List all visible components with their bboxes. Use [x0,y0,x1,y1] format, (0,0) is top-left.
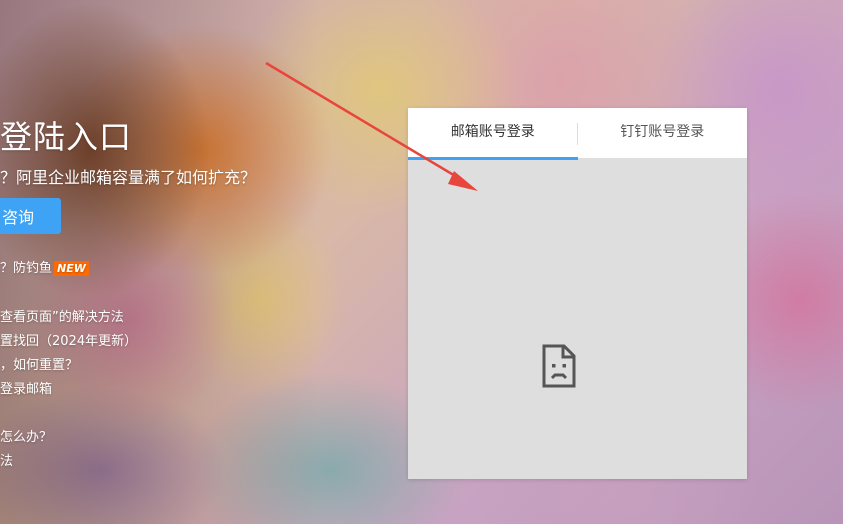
tab-dingtalk-account-login[interactable]: 钉钉账号登录 [578,108,748,158]
help-link[interactable]: ，如何重置？ [0,354,78,373]
help-link[interactable]: 查看页面”的解决方法 [0,306,124,325]
login-panel: 邮箱账号登录 钉钉账号登录 [408,108,747,479]
page-subtitle: ？阿里企业邮箱容量满了如何扩充？ [0,168,257,187]
sad-page-icon [542,344,576,388]
page-title: 登陆入口 [0,118,133,156]
notice-text: ？防钓鱼 [0,261,53,276]
login-frame [408,158,747,479]
help-link[interactable]: 置找回（2024年更新） [0,330,137,349]
login-tabs: 邮箱账号登录 钉钉账号登录 [408,108,748,160]
tab-email-account-login[interactable]: 邮箱账号登录 [408,108,578,160]
consult-button[interactable]: 咨询 [0,198,61,234]
anti-phishing-notice[interactable]: ？防钓鱼 NEW [0,257,89,276]
help-link[interactable]: 登录邮箱 [0,378,52,397]
new-badge: NEW [54,261,89,276]
help-link[interactable]: 法 [0,450,13,469]
help-link[interactable]: 怎么办？ [0,426,52,445]
tab-divider [577,123,578,145]
